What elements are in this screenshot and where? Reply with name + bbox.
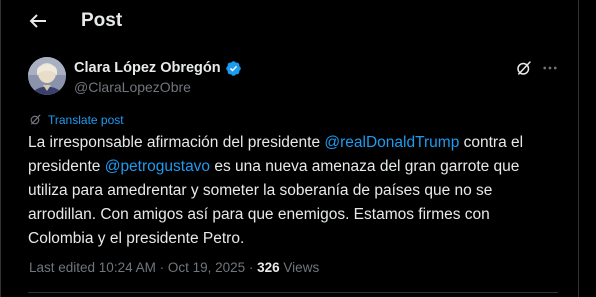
post-meta: Last edited 10:24 AM · Oct 19, 2025 · 32… bbox=[29, 260, 319, 275]
post-text-segment: presidente bbox=[28, 158, 105, 175]
divider bbox=[28, 292, 558, 293]
post-text-segment: contra el bbox=[459, 134, 524, 151]
column-border-right bbox=[578, 0, 579, 297]
mention-link[interactable]: @petrogustavo bbox=[105, 158, 210, 175]
post-text-line: Colombia y el presidente Petro. bbox=[28, 227, 568, 251]
edited-timestamp[interactable]: Last edited 10:24 AM · Oct 19, 2025 · bbox=[29, 260, 257, 275]
author-handle[interactable]: @ClaraLopezObre bbox=[74, 79, 191, 95]
translate-post-label[interactable]: Translate post bbox=[48, 113, 124, 127]
translate-icon bbox=[29, 113, 42, 126]
post-detail-view: Post Clara López Obregón @ClaraLopezObre bbox=[0, 0, 596, 297]
post-body: La irresponsable afirmación del presiden… bbox=[28, 131, 568, 251]
post-text-segment: arrodillan. Con amigos así para que enem… bbox=[28, 206, 490, 223]
author-display-name[interactable]: Clara López Obregón bbox=[74, 60, 221, 76]
mention-link[interactable]: @realDonaldTrump bbox=[324, 134, 459, 151]
author-name-row[interactable]: Clara López Obregón bbox=[74, 59, 242, 77]
views-count: 326 bbox=[257, 260, 280, 275]
post-text-segment: Colombia y el presidente Petro. bbox=[28, 230, 245, 247]
back-button[interactable] bbox=[26, 9, 50, 33]
arrow-left-icon bbox=[26, 9, 50, 33]
post-text-segment: utiliza para amedrentar y someter la sob… bbox=[28, 182, 493, 199]
post-text-segment: es una nueva amenaza del gran garrote qu… bbox=[210, 158, 520, 175]
page-title: Post bbox=[81, 10, 123, 31]
post-text-line: presidente @petrogustavo es una nueva am… bbox=[28, 155, 568, 179]
page-header: Post bbox=[0, 0, 578, 42]
post-text-line: utiliza para amedrentar y someter la sob… bbox=[28, 179, 568, 203]
grok-icon[interactable] bbox=[515, 59, 533, 77]
column-border-left bbox=[0, 0, 1, 297]
views-label: Views bbox=[279, 260, 320, 275]
translate-post-link[interactable]: Translate post bbox=[29, 112, 124, 127]
verified-badge-icon bbox=[225, 60, 242, 77]
post-text-line: La irresponsable afirmación del presiden… bbox=[28, 131, 568, 155]
avatar[interactable] bbox=[28, 57, 66, 95]
post-text-line: arrodillan. Con amigos así para que enem… bbox=[28, 203, 568, 227]
post-text-segment: La irresponsable afirmación del presiden… bbox=[28, 134, 325, 151]
more-horizontal-icon[interactable] bbox=[541, 59, 559, 77]
